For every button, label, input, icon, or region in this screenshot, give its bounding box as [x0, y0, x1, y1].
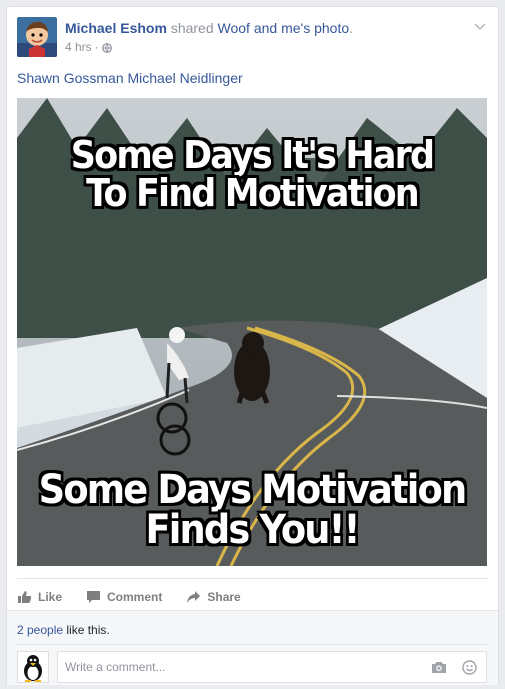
- camera-icon[interactable]: [431, 661, 447, 674]
- action-bar: Like Comment Share: [17, 583, 265, 611]
- like-label: Like: [38, 590, 63, 604]
- meme-top-line-2: To Find Motivation: [86, 171, 420, 215]
- tagged-people[interactable]: Shawn Gossman Michael Neidlinger: [17, 70, 243, 86]
- meme-bottom-line-2: Finds You!!: [145, 507, 360, 553]
- chevron-down-icon[interactable]: [474, 21, 486, 31]
- meta-separator: ·: [94, 40, 99, 54]
- likes-summary: 2 people like this.: [17, 623, 110, 637]
- actions-divider: [17, 578, 488, 579]
- meme-top-line-1: Some Days It's Hard: [70, 133, 435, 177]
- comment-label: Comment: [107, 590, 163, 604]
- headline-period: .: [349, 20, 354, 36]
- post-headline: Michael Eshom shared Woof and me's photo…: [65, 20, 353, 36]
- commenter-avatar: [17, 651, 49, 683]
- speech-bubble-icon: [87, 591, 101, 603]
- post-header: Michael Eshom shared Woof and me's photo…: [17, 17, 488, 59]
- share-button[interactable]: Share: [186, 590, 241, 604]
- share-label: Share: [207, 590, 241, 604]
- post-card: Michael Eshom shared Woof and me's photo…: [6, 6, 499, 685]
- comment-button[interactable]: Comment: [86, 590, 162, 604]
- source-page-link[interactable]: Woof and me: [218, 20, 301, 36]
- share-arrow-icon: [187, 591, 201, 603]
- comment-input[interactable]: [57, 651, 487, 683]
- author-avatar[interactable]: [17, 17, 57, 57]
- post-photo[interactable]: Some Days It's Hard To Find Motivation S…: [17, 98, 487, 566]
- photo-link[interactable]: photo: [314, 20, 349, 36]
- timestamp-link[interactable]: 4 hrs: [65, 40, 92, 54]
- post-meta: 4 hrs ·: [65, 40, 112, 54]
- globe-icon[interactable]: [101, 42, 112, 53]
- feedback-section: 2 people like this.: [7, 610, 498, 685]
- author-name-link[interactable]: Michael Eshom: [65, 20, 167, 36]
- smiley-icon[interactable]: [462, 660, 477, 675]
- source-possessive: 's: [300, 20, 311, 36]
- likes-suffix: like this.: [63, 623, 110, 637]
- like-button[interactable]: Like: [17, 590, 62, 604]
- comment-divider: [17, 644, 488, 645]
- thumbs-up-icon: [18, 591, 32, 603]
- meme-bottom-caption: Some Days Motivation Finds You!!: [36, 470, 468, 550]
- meme-bottom-line-1: Some Days Motivation: [38, 467, 468, 513]
- likers-link[interactable]: 2 people: [17, 623, 63, 637]
- meme-top-caption: Some Days It's Hard To Find Motivation: [36, 136, 468, 212]
- shared-text: shared: [170, 20, 214, 36]
